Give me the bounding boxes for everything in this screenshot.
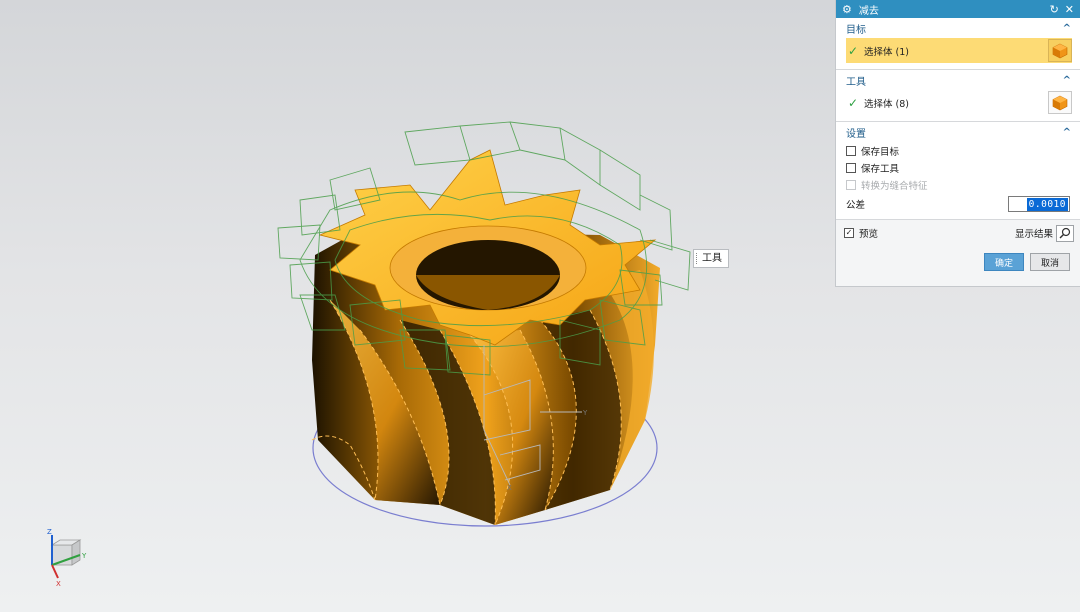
dialog-title: 减去: [858, 5, 879, 17]
triad-y-label: Y: [81, 552, 87, 560]
dialog-button-row: 确定 取消: [836, 245, 1080, 271]
close-icon[interactable]: ✕: [1065, 3, 1074, 16]
collapse-caret-icon[interactable]: ^: [1063, 75, 1071, 86]
settings-section-header[interactable]: 设置 ^: [836, 122, 1080, 142]
tool-section: 工具 ^ ✓ 选择体 (8): [836, 70, 1080, 122]
collapse-caret-icon[interactable]: ^: [1063, 127, 1071, 138]
dialog-titlebar[interactable]: ⚙ 减去 ↻ ✕: [836, 0, 1080, 18]
preview-label: 预览: [859, 229, 879, 240]
ok-button[interactable]: 确定: [984, 253, 1024, 271]
magnifier-icon: [1059, 227, 1071, 239]
view-triad: [50, 535, 82, 579]
preview-row: ✓ 预览 显示结果: [836, 221, 1080, 245]
convert-sew-label: 转换为缝合特征: [861, 180, 928, 192]
keep-tool-option[interactable]: 保存工具: [836, 159, 1080, 176]
triad-z-label: Z: [47, 528, 52, 536]
tolerance-label: 公差: [846, 200, 866, 211]
convert-sew-checkbox: [846, 179, 856, 190]
check-icon: ✓: [848, 95, 859, 110]
show-result-label: 显示结果: [1014, 229, 1053, 240]
tool-section-header[interactable]: 工具 ^: [836, 70, 1080, 90]
triad-x-label: X: [56, 580, 61, 588]
settings-section: 设置 ^ 保存目标 保存工具 转换为缝合特征 公差 0.0010: [836, 122, 1080, 220]
target-header-label: 目标: [846, 24, 866, 36]
keep-tool-label: 保存工具: [861, 163, 900, 175]
tool-tag-label: 工具: [693, 249, 729, 268]
target-select-label: 选择体 (1): [864, 46, 909, 58]
keep-tool-checkbox[interactable]: [846, 162, 856, 173]
tool-header-label: 工具: [846, 76, 866, 88]
target-select-body[interactable]: ✓ 选择体 (1): [846, 38, 1072, 63]
cube-icon: [1052, 95, 1068, 110]
show-result-button[interactable]: [1056, 224, 1074, 242]
tolerance-value: 0.0010: [1026, 197, 1068, 211]
tolerance-row: 公差 0.0010: [836, 193, 1080, 215]
select-body-cube-button[interactable]: [1048, 39, 1072, 62]
subtract-dialog: ⚙ 减去 ↻ ✕ 目标 ^ ✓ 选择体 (1) 工具 ^ ✓ 选择体 (8) 设…: [835, 0, 1080, 287]
keep-target-checkbox[interactable]: [846, 145, 856, 156]
tolerance-input[interactable]: 0.0010: [1008, 196, 1070, 212]
keep-target-label: 保存目标: [861, 146, 900, 158]
tool-select-label: 选择体 (8): [864, 98, 909, 110]
keep-target-option[interactable]: 保存目标: [836, 142, 1080, 159]
convert-sew-option: 转换为缝合特征: [836, 176, 1080, 193]
csys-x-label: X: [507, 484, 512, 492]
reset-icon[interactable]: ↻: [1050, 3, 1059, 16]
gear-icon[interactable]: ⚙: [842, 3, 852, 16]
cancel-button[interactable]: 取消: [1030, 253, 1070, 271]
target-section-header[interactable]: 目标 ^: [836, 18, 1080, 38]
cube-icon: [1052, 43, 1068, 58]
preview-checkbox[interactable]: ✓: [844, 228, 854, 238]
check-icon: ✓: [848, 43, 859, 58]
csys-y-label: Y: [582, 409, 588, 417]
settings-header-label: 设置: [846, 128, 866, 140]
select-body-cube-button[interactable]: [1048, 91, 1072, 114]
tool-select-body[interactable]: ✓ 选择体 (8): [846, 90, 1072, 115]
collapse-caret-icon[interactable]: ^: [1063, 23, 1071, 34]
target-section: 目标 ^ ✓ 选择体 (1): [836, 18, 1080, 70]
